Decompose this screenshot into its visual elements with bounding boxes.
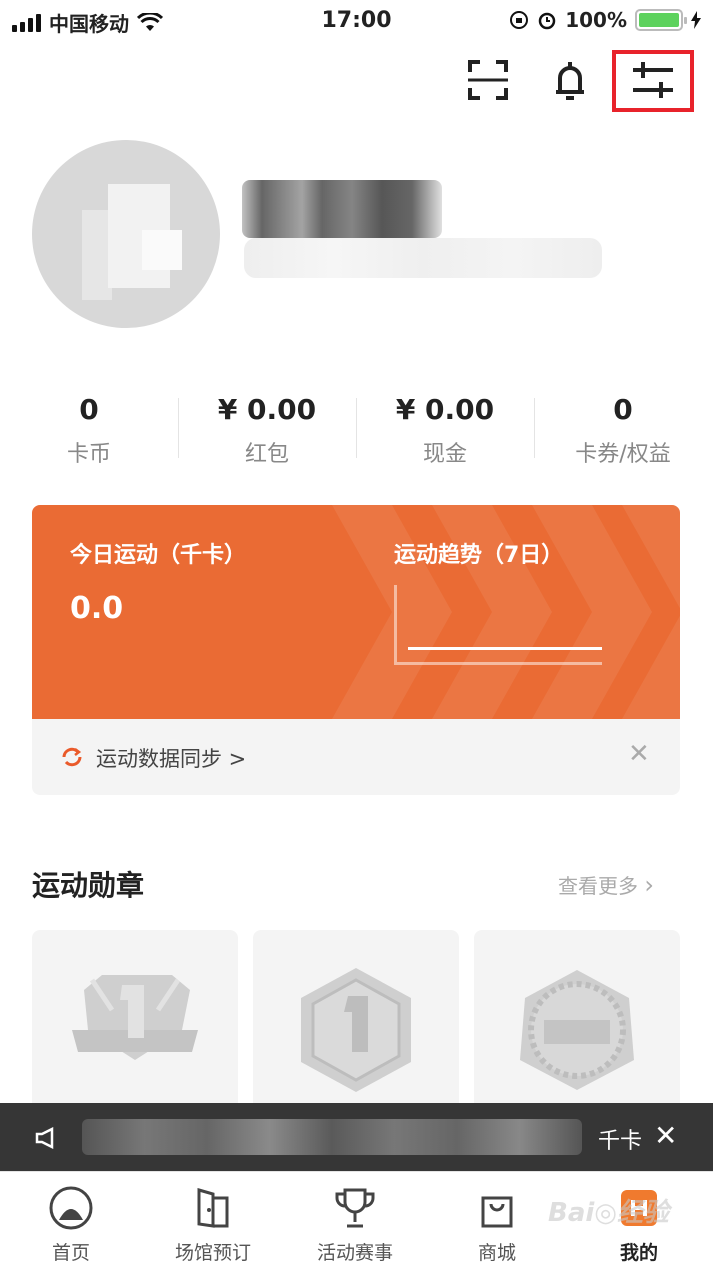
badge-100-kcal-icon — [520, 970, 634, 1090]
username-redacted — [242, 180, 442, 238]
tab-venue-booking[interactable]: 场馆预订 — [142, 1172, 284, 1262]
sync-data-link[interactable]: 运动数据同步 > — [96, 743, 246, 773]
watermark: Bai◎经验 — [548, 1198, 669, 1228]
tab-mall[interactable]: 商城 — [426, 1172, 568, 1262]
activity-card[interactable]: 今日运动（千卡） 0.0 运动趋势（7日） — [32, 505, 680, 719]
badge-card[interactable] — [474, 930, 680, 1120]
trend-title: 运动趋势（7日） — [394, 543, 564, 568]
stat-coins[interactable]: 0 卡币 — [0, 390, 178, 468]
notification-suffix: 千卡 — [598, 1129, 643, 1154]
badges-title: 运动勋章 — [32, 869, 145, 902]
scan-icon[interactable] — [464, 56, 512, 104]
see-more-link[interactable]: 查看更多 › — [558, 870, 654, 899]
notification-banner[interactable]: 千卡 ✕ — [0, 1103, 713, 1171]
notification-text-redacted — [82, 1119, 582, 1155]
close-icon[interactable]: ✕ — [654, 1119, 677, 1152]
trophy-icon — [335, 1188, 375, 1228]
tab-label: 首页 — [51, 1242, 90, 1262]
status-right: 100% — [509, 8, 701, 32]
stat-value: 0 — [79, 393, 99, 426]
stat-cash[interactable]: ¥ 0.00 现金 — [356, 390, 534, 468]
today-activity-title: 今日运动（千卡） — [70, 543, 247, 568]
battery-percent: 100% — [565, 8, 627, 32]
trend-chart-axis — [394, 585, 602, 665]
avatar[interactable] — [32, 140, 220, 328]
stat-label: 红包 — [244, 442, 289, 467]
user-subtitle-redacted — [244, 238, 602, 278]
venue-door-icon — [197, 1188, 229, 1228]
tab-events[interactable]: 活动赛事 — [284, 1172, 426, 1262]
charging-icon — [691, 11, 701, 29]
stat-label: 现金 — [422, 442, 467, 467]
badge-card[interactable] — [32, 930, 238, 1120]
stat-value: 0 — [613, 393, 633, 426]
shopping-bag-icon — [481, 1196, 513, 1228]
tab-label: 活动赛事 — [316, 1242, 393, 1262]
see-more-label: 查看更多 — [558, 874, 638, 898]
stat-label: 卡券/权益 — [575, 442, 671, 467]
megaphone-icon — [35, 1127, 54, 1149]
stat-value: ¥ 0.00 — [217, 393, 317, 426]
stat-red-packet[interactable]: ¥ 0.00 红包 — [178, 390, 356, 468]
trend-line — [408, 647, 602, 650]
stat-value: ¥ 0.00 — [395, 393, 495, 426]
sync-bar: 运动数据同步 > ✕ — [32, 719, 680, 795]
rotation-lock-icon — [510, 11, 529, 29]
today-activity-value: 0.0 — [70, 591, 124, 626]
chevron-right-icon: › — [644, 871, 654, 899]
badge-km-icon — [301, 968, 411, 1092]
highlight-box — [612, 50, 694, 112]
stat-label: 卡币 — [66, 442, 111, 467]
battery-icon — [635, 9, 687, 31]
badge-time-icon — [72, 975, 198, 1060]
tab-home[interactable]: 首页 — [0, 1172, 142, 1262]
home-icon — [49, 1186, 93, 1230]
stat-coupons[interactable]: 0 卡券/权益 — [534, 390, 712, 468]
tab-label: 场馆预订 — [174, 1242, 251, 1262]
tab-label: 我的 — [619, 1242, 658, 1262]
bell-icon[interactable] — [546, 56, 594, 104]
sync-icon — [62, 747, 82, 767]
alarm-icon — [538, 12, 556, 30]
badge-card[interactable] — [253, 930, 459, 1120]
close-icon[interactable]: ✕ — [628, 739, 650, 769]
status-bar: 中国移动 17:00 100% — [0, 0, 713, 44]
tab-label: 商城 — [477, 1242, 516, 1262]
